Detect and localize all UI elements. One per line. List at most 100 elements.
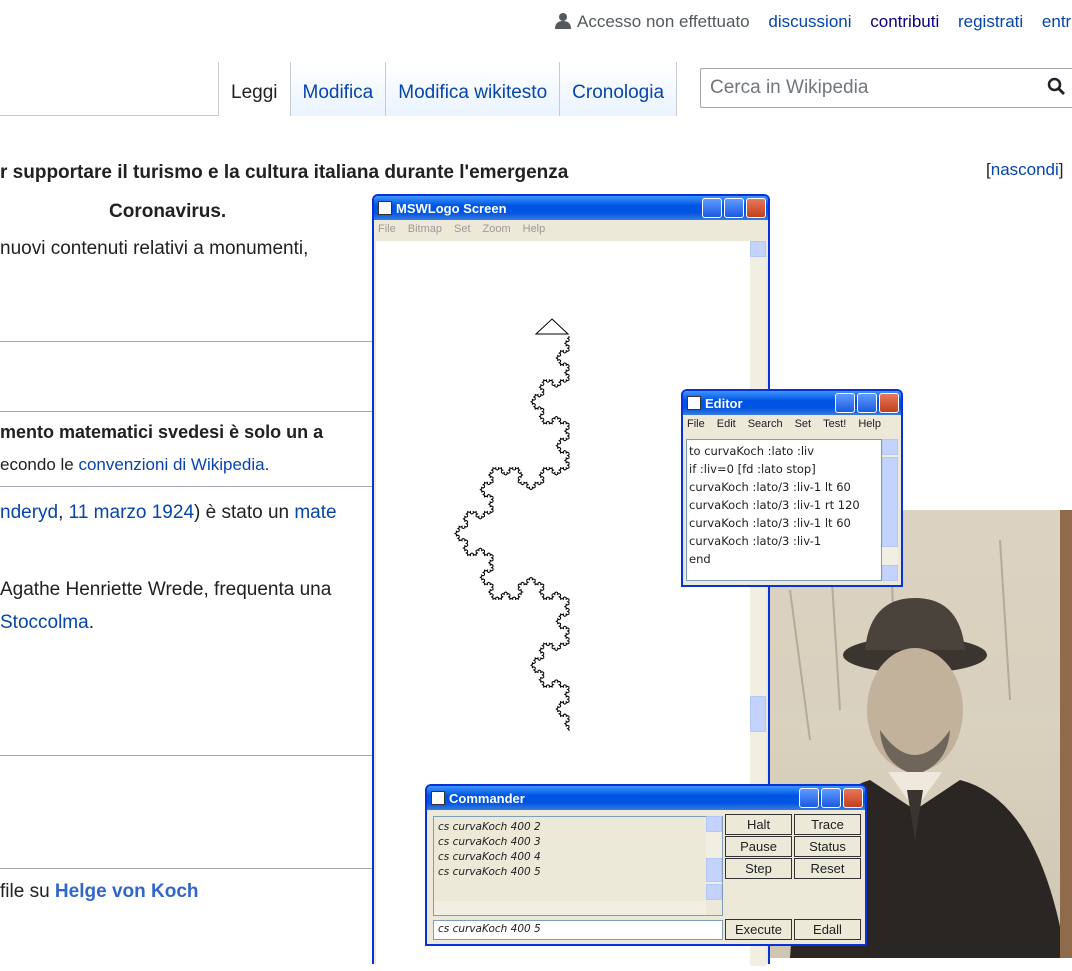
edall-button[interactable]: Edall: [794, 919, 861, 940]
commander-title: Commander: [449, 790, 525, 806]
user-icon: [555, 13, 571, 29]
link-entra[interactable]: entra: [1042, 12, 1072, 31]
editor-scrollbar[interactable]: [882, 439, 898, 581]
personal-tools: Accesso non effettuato discussioni contr…: [555, 12, 1072, 32]
minimize-icon[interactable]: [702, 198, 722, 218]
scroll-thumb[interactable]: [706, 858, 722, 882]
divider: [0, 486, 373, 487]
hide-link[interactable]: nascondi: [991, 160, 1059, 179]
divider: [0, 755, 373, 756]
link-discussioni[interactable]: discussioni: [768, 12, 851, 31]
hide-control: [nascondi]: [986, 160, 1064, 180]
link-place[interactable]: nderyd: [0, 502, 58, 523]
link-registrati[interactable]: registrati: [958, 12, 1023, 31]
scroll-down-icon[interactable]: [882, 565, 898, 581]
editor-title: Editor: [705, 395, 743, 411]
search-icon[interactable]: [1047, 77, 1065, 97]
code-line: if :liv=0 [fd :lato stop]: [689, 462, 816, 476]
logo-app-icon: [431, 791, 445, 805]
menu-search[interactable]: Search: [748, 418, 783, 430]
reset-button[interactable]: Reset: [794, 858, 861, 879]
code-line: curvaKoch :lato/3 :liv-1 lt 60: [689, 480, 851, 494]
command-input[interactable]: cs curvaKoch 400 5: [433, 920, 723, 940]
editor-window: Editor File Edit Search Set Test! Help t…: [681, 389, 903, 587]
halt-button[interactable]: Halt: [725, 814, 792, 835]
code-line: curvaKoch :lato/3 :liv-1: [689, 534, 822, 548]
history-scrollbar[interactable]: [706, 816, 722, 900]
editor-textarea[interactable]: to curvaKoch :lato :liv if :liv=0 [fd :l…: [686, 439, 882, 581]
notice-link[interactable]: convenzioni di Wikipedia: [78, 455, 264, 474]
menu-file[interactable]: File: [378, 223, 396, 235]
divider: [0, 868, 430, 869]
commander-window: Commander cs curvaKoch 400 2 cs curvaKoc…: [425, 784, 867, 946]
menu-test[interactable]: Test!: [823, 418, 846, 430]
menu-help[interactable]: Help: [858, 418, 881, 430]
status-button[interactable]: Status: [794, 836, 861, 857]
link-mate[interactable]: mate: [294, 502, 336, 523]
mswlogo-title: MSWLogo Screen: [396, 200, 507, 216]
search-placeholder: Cerca in Wikipedia: [710, 77, 869, 98]
menu-set[interactable]: Set: [454, 223, 471, 235]
scroll-thumb[interactable]: [750, 696, 766, 732]
menu-file[interactable]: File: [687, 418, 705, 430]
trace-button[interactable]: Trace: [794, 814, 861, 835]
notice-prefix: econdo le: [0, 455, 79, 474]
link-date[interactable]: 11 marzo 1924: [69, 502, 194, 523]
divider: [0, 341, 373, 342]
minimize-icon[interactable]: [799, 788, 819, 808]
header-divider: [0, 115, 220, 116]
turtle-icon: [534, 318, 570, 335]
minimize-icon[interactable]: [835, 393, 855, 413]
scroll-down-icon[interactable]: [706, 884, 722, 900]
command-history[interactable]: cs curvaKoch 400 2 cs curvaKoch 400 3 cs…: [433, 816, 723, 916]
banner-line1: r supportare il turismo e la cultura ita…: [0, 162, 569, 183]
anon-status: Accesso non effettuato: [577, 12, 750, 31]
execute-button[interactable]: Execute: [725, 919, 792, 940]
history-item[interactable]: cs curvaKoch 400 5: [438, 865, 718, 880]
menu-zoom[interactable]: Zoom: [483, 223, 511, 235]
tab-modifica-wikitesto[interactable]: Modifica wikitesto: [386, 62, 561, 116]
scroll-thumb[interactable]: [882, 457, 898, 547]
step-button[interactable]: Step: [725, 858, 792, 879]
editor-menubar: File Edit Search Set Test! Help: [683, 415, 901, 433]
pause-button[interactable]: Pause: [725, 836, 792, 857]
maximize-icon[interactable]: [857, 393, 877, 413]
code-line: to curvaKoch :lato :liv: [689, 444, 815, 458]
search-input[interactable]: Cerca in Wikipedia: [700, 68, 1072, 108]
link-contributi[interactable]: contributi: [870, 12, 939, 31]
close-icon[interactable]: [746, 198, 766, 218]
hide-bracket-close: ]: [1058, 160, 1064, 179]
divider: [0, 411, 373, 412]
menu-set[interactable]: Set: [795, 418, 812, 430]
notice-text: mento matematici svedesi è solo un a: [0, 422, 324, 442]
maximize-icon[interactable]: [821, 788, 841, 808]
code-line: end: [689, 552, 711, 566]
tab-modifica[interactable]: Modifica: [290, 62, 387, 116]
commons-link[interactable]: Helge von Koch: [55, 881, 199, 902]
code-line: curvaKoch :lato/3 :liv-1 lt 60: [689, 516, 851, 530]
scroll-up-icon[interactable]: [706, 816, 722, 832]
close-icon[interactable]: [843, 788, 863, 808]
tab-leggi[interactable]: Leggi: [218, 62, 291, 116]
scroll-up-icon[interactable]: [882, 439, 898, 455]
link-stoccolma[interactable]: Stoccolma: [0, 612, 89, 633]
commons-prefix: file su: [0, 881, 55, 902]
scroll-up-icon[interactable]: [750, 241, 766, 257]
article-line3: Stoccolma.: [0, 612, 94, 634]
menu-edit[interactable]: Edit: [717, 418, 736, 430]
article-line1: nderyd, 11 marzo 1924) è stato un mate: [0, 502, 337, 524]
history-item[interactable]: cs curvaKoch 400 2: [438, 820, 718, 835]
close-icon[interactable]: [879, 393, 899, 413]
maximize-icon[interactable]: [724, 198, 744, 218]
history-item[interactable]: cs curvaKoch 400 3: [438, 835, 718, 850]
editor-titlebar[interactable]: Editor: [683, 391, 901, 415]
notice-line2: econdo le convenzioni di Wikipedia.: [0, 455, 269, 475]
menu-help[interactable]: Help: [523, 223, 546, 235]
mswlogo-titlebar[interactable]: MSWLogo Screen: [374, 196, 768, 220]
history-item[interactable]: cs curvaKoch 400 4: [438, 850, 718, 865]
tab-cronologia[interactable]: Cronologia: [560, 62, 678, 116]
mswlogo-menubar: File Bitmap Set Zoom Help: [374, 220, 768, 238]
horizontal-scrollbar[interactable]: [434, 901, 706, 915]
menu-bitmap[interactable]: Bitmap: [408, 223, 442, 235]
commander-titlebar[interactable]: Commander: [427, 786, 865, 810]
